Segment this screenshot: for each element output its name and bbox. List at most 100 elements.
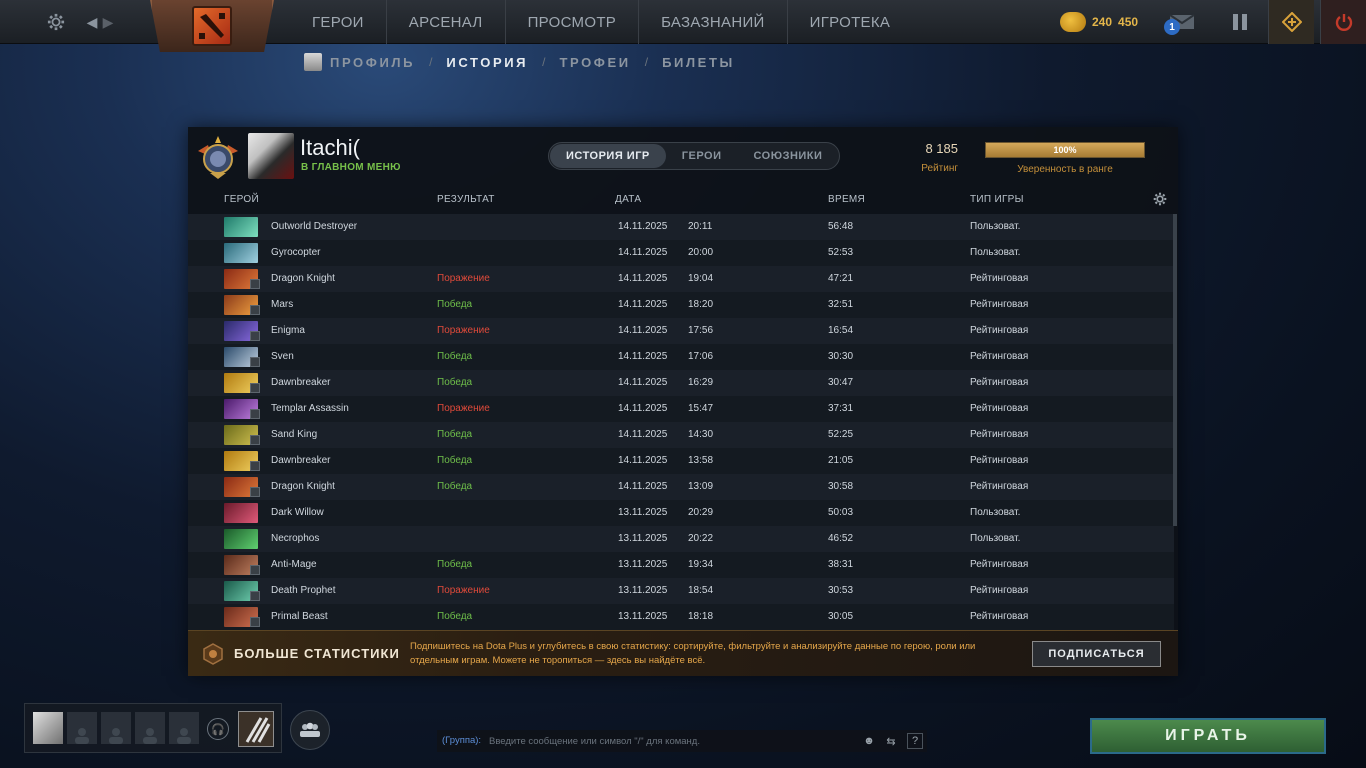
dota-plus-promo: БОЛЬШЕ СТАТИСТИКИ Подпишитесь на Dota Pl… bbox=[188, 630, 1178, 676]
nav-heroes[interactable]: ГЕРОИ bbox=[290, 0, 386, 44]
role-icon bbox=[250, 357, 260, 367]
tab-match-history[interactable]: ИСТОРИЯ ИГР bbox=[550, 144, 666, 168]
table-row[interactable]: Primal Beast Победа 13.11.2025 18:18 30:05 Ре… bbox=[188, 604, 1174, 630]
table-row[interactable]: Mars Победа 14.11.2025 18:20 32:51 Рейтингова… bbox=[188, 292, 1174, 318]
match-duration: 30:58 bbox=[828, 481, 854, 492]
table-row[interactable]: Outworld Destroyer 14.11.2025 20:11 56:48 По… bbox=[188, 214, 1174, 240]
friends-icon[interactable] bbox=[290, 710, 330, 750]
rank-emblem-icon[interactable] bbox=[238, 711, 274, 747]
scrollbar[interactable] bbox=[1173, 214, 1177, 526]
match-game-type: Рейтинговая bbox=[970, 481, 1029, 492]
voice-chat-icon[interactable]: 🎧 bbox=[207, 718, 229, 740]
party-slot-empty[interactable] bbox=[135, 712, 165, 744]
match-date: 13.11.2025 bbox=[618, 533, 668, 544]
party-slot-empty[interactable] bbox=[67, 712, 97, 744]
currency-display[interactable]: 240 450 bbox=[1060, 0, 1138, 44]
match-time: 17:56 bbox=[688, 325, 714, 336]
match-duration: 30:30 bbox=[828, 351, 854, 362]
match-duration: 47:21 bbox=[828, 273, 854, 284]
match-game-type: Рейтинговая bbox=[970, 325, 1029, 336]
header-result[interactable]: РЕЗУЛЬТАТ bbox=[437, 194, 495, 205]
match-time: 16:29 bbox=[688, 377, 714, 388]
nav-watch[interactable]: ПРОСМОТР bbox=[504, 0, 639, 44]
forward-arrow-icon[interactable]: ▶ bbox=[100, 0, 116, 44]
hero-name: Dawnbreaker bbox=[271, 377, 331, 388]
header-hero[interactable]: ГЕРОЙ bbox=[224, 194, 259, 205]
back-arrow-icon[interactable]: ◀ bbox=[84, 0, 100, 44]
party-slot-self[interactable] bbox=[33, 712, 63, 744]
subnav-tickets[interactable]: БИЛЕТЫ bbox=[662, 55, 735, 70]
rank-medal-icon[interactable] bbox=[194, 133, 242, 181]
profile-subnav: ПРОФИЛЬ / ИСТОРИЯ / ТРОФЕИ / БИЛЕТЫ bbox=[304, 52, 735, 72]
power-icon[interactable] bbox=[1320, 0, 1366, 44]
table-row[interactable]: Enigma Поражение 14.11.2025 17:56 16:54 Рейти… bbox=[188, 318, 1174, 344]
match-time: 15:47 bbox=[688, 403, 714, 414]
profile-avatar-mini bbox=[304, 53, 322, 71]
match-game-type: Рейтинговая bbox=[970, 585, 1029, 596]
dota-logo[interactable] bbox=[150, 0, 274, 52]
play-button[interactable]: ИГРАТЬ bbox=[1090, 718, 1326, 754]
hero-name: Sven bbox=[271, 351, 294, 362]
match-game-type: Рейтинговая bbox=[970, 299, 1029, 310]
table-row[interactable]: Dawnbreaker Победа 14.11.2025 13:58 21:05 Рей… bbox=[188, 448, 1174, 474]
table-row[interactable]: Anti-Mage Победа 13.11.2025 19:34 38:31 Рейти… bbox=[188, 552, 1174, 578]
table-row[interactable]: Dawnbreaker Победа 14.11.2025 16:29 30:47 Рей… bbox=[188, 370, 1174, 396]
match-game-type: Рейтинговая bbox=[970, 403, 1029, 414]
header-date[interactable]: ДАТА bbox=[615, 194, 641, 205]
settings-gear-icon[interactable] bbox=[40, 0, 72, 44]
tab-heroes[interactable]: ГЕРОИ bbox=[666, 144, 738, 168]
party-slot-empty[interactable] bbox=[169, 712, 199, 744]
hero-name: Gyrocopter bbox=[271, 247, 321, 258]
match-game-type: Рейтинговая bbox=[970, 429, 1029, 440]
table-row[interactable]: Death Prophet Поражение 13.11.2025 18:54 30:… bbox=[188, 578, 1174, 604]
table-header: ГЕРОЙ РЕЗУЛЬТАТ ДАТА ВРЕМЯ ТИП ИГРЫ bbox=[188, 189, 1178, 211]
table-settings-gear-icon[interactable] bbox=[1153, 192, 1167, 211]
header-duration[interactable]: ВРЕМЯ bbox=[828, 194, 865, 205]
match-date: 14.11.2025 bbox=[618, 325, 668, 336]
hero-portrait-icon bbox=[224, 529, 258, 549]
table-row[interactable]: Gyrocopter 14.11.2025 20:00 52:53 Пользоват. bbox=[188, 240, 1174, 266]
table-row[interactable]: Necrophos 13.11.2025 20:22 46:52 Пользоват. bbox=[188, 526, 1174, 552]
match-duration: 30:53 bbox=[828, 585, 854, 596]
nav-armory[interactable]: АРСЕНАЛ bbox=[385, 0, 505, 44]
match-date: 14.11.2025 bbox=[618, 247, 668, 258]
subnav-profile[interactable]: ПРОФИЛЬ bbox=[330, 55, 415, 70]
match-date: 14.11.2025 bbox=[618, 273, 668, 284]
chat-channel-label[interactable]: (Группа): bbox=[442, 735, 481, 746]
avatar[interactable] bbox=[248, 133, 294, 179]
match-game-type: Рейтинговая bbox=[970, 273, 1029, 284]
dota-plus-icon[interactable] bbox=[1268, 0, 1314, 44]
tab-allies[interactable]: СОЮЗНИКИ bbox=[738, 144, 839, 168]
table-row[interactable]: Templar Assassin Поражение 14.11.2025 15:47… bbox=[188, 396, 1174, 422]
match-game-type: Пользоват. bbox=[970, 247, 1021, 258]
table-row[interactable]: Dragon Knight Поражение 14.11.2025 19:04 47:… bbox=[188, 266, 1174, 292]
role-icon bbox=[250, 487, 260, 497]
table-row[interactable]: Sven Победа 14.11.2025 17:06 30:30 Рейтингова… bbox=[188, 344, 1174, 370]
armory-icon[interactable] bbox=[1224, 0, 1256, 44]
party-slot-empty[interactable] bbox=[101, 712, 131, 744]
subscribe-button[interactable]: ПОДПИСАТЬСЯ bbox=[1032, 641, 1161, 667]
rank-confidence-bar: 100% bbox=[985, 142, 1145, 158]
table-row[interactable]: Sand King Победа 14.11.2025 14:30 52:25 Рейти… bbox=[188, 422, 1174, 448]
emoji-icon[interactable]: ☻ bbox=[861, 733, 877, 749]
subnav-history[interactable]: ИСТОРИЯ bbox=[446, 55, 528, 70]
header-game-type[interactable]: ТИП ИГРЫ bbox=[970, 194, 1024, 205]
match-duration: 32:51 bbox=[828, 299, 854, 310]
nav-arcade[interactable]: ИГРОТЕКА bbox=[786, 0, 913, 44]
history-tabs: ИСТОРИЯ ИГР ГЕРОИ СОЮЗНИКИ bbox=[548, 142, 841, 170]
table-row[interactable]: Dragon Knight Победа 14.11.2025 13:09 30:58 Р… bbox=[188, 474, 1174, 500]
chat-wheel-icon[interactable]: ⇆ bbox=[883, 733, 899, 749]
chat-bar: (Группа): ☻ ⇆ ? bbox=[437, 730, 927, 752]
match-date: 13.11.2025 bbox=[618, 585, 668, 596]
hero-name: Necrophos bbox=[271, 533, 320, 544]
role-icon bbox=[250, 565, 260, 575]
chat-input[interactable] bbox=[489, 731, 849, 751]
match-result: Победа bbox=[437, 481, 473, 492]
nav-learn[interactable]: БАЗАЗНАНИЙ bbox=[638, 0, 787, 44]
match-time: 18:54 bbox=[688, 585, 714, 596]
table-row[interactable]: Dark Willow 13.11.2025 20:29 50:03 Пользоват… bbox=[188, 500, 1174, 526]
match-date: 14.11.2025 bbox=[618, 221, 668, 232]
dota-plus-badge-icon bbox=[202, 643, 224, 665]
help-icon[interactable]: ? bbox=[907, 733, 923, 749]
subnav-trophies[interactable]: ТРОФЕИ bbox=[559, 55, 630, 70]
